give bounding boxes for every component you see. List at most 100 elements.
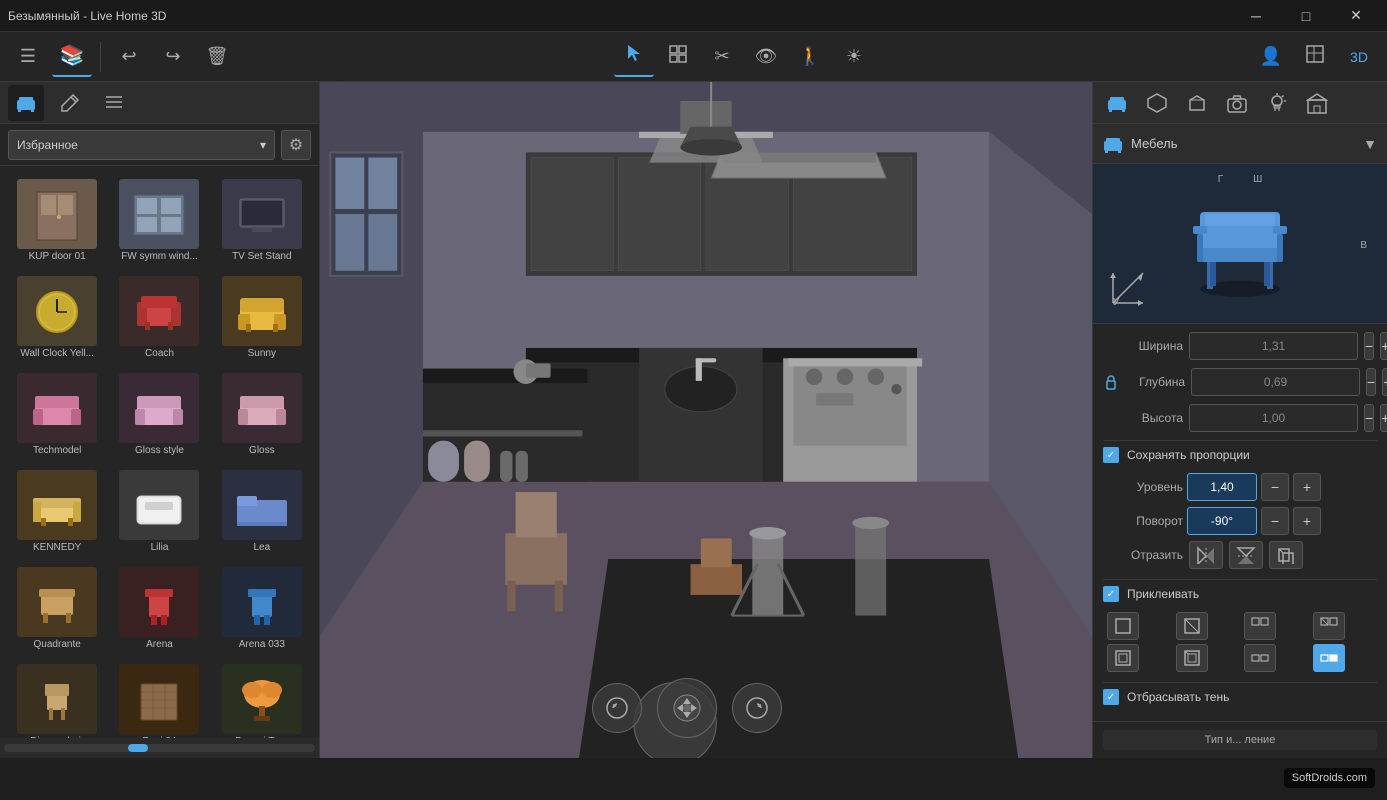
item-arena[interactable]: Arena xyxy=(110,562,208,655)
arrange-button[interactable] xyxy=(658,37,698,77)
item-techmodel[interactable]: Techmodel xyxy=(8,368,106,461)
item-lilia[interactable]: Lilia xyxy=(110,465,208,558)
width-increment[interactable]: + xyxy=(1380,332,1387,360)
scrollbar-track[interactable] xyxy=(4,744,315,752)
item-thumbnail xyxy=(222,664,302,734)
nav-rotate-right[interactable] xyxy=(732,683,782,733)
scissors-button[interactable]: ✂ xyxy=(702,37,742,77)
depth-input[interactable] xyxy=(1191,368,1360,396)
rotation-decrement[interactable]: − xyxy=(1261,507,1289,535)
item-sunny[interactable]: Sunny xyxy=(213,271,311,364)
sun-button[interactable]: ☀ xyxy=(834,37,874,77)
level-input[interactable] xyxy=(1187,473,1257,501)
item-arena-033[interactable]: Arena 033 xyxy=(213,562,311,655)
width-input[interactable] xyxy=(1189,332,1358,360)
height-increment[interactable]: + xyxy=(1380,404,1387,432)
depth-increment[interactable]: + xyxy=(1382,368,1387,396)
library-settings-button[interactable]: ⚙ xyxy=(281,130,311,160)
snap-1[interactable] xyxy=(1107,612,1139,640)
snap-7[interactable] xyxy=(1244,644,1276,672)
item-kennedy[interactable]: KENNEDY xyxy=(8,465,106,558)
nav-move[interactable] xyxy=(657,678,717,738)
height-decrement[interactable]: − xyxy=(1364,404,1374,432)
delete-button[interactable]: 🗑 xyxy=(197,37,237,77)
item-quadrante[interactable]: Quadrante xyxy=(8,562,106,655)
window-title: Безымянный - Live Home 3D xyxy=(8,9,166,23)
section-dropdown-btn[interactable]: ▼ xyxy=(1363,136,1377,152)
proportions-checkbox[interactable]: ✓ xyxy=(1103,447,1119,463)
close-button[interactable]: ✕ xyxy=(1333,0,1379,32)
item-fw-window[interactable]: FW symm wind... xyxy=(110,174,208,267)
material-tab[interactable] xyxy=(1179,85,1215,121)
rotation-increment[interactable]: + xyxy=(1293,507,1321,535)
lighting-tab[interactable] xyxy=(1259,85,1295,121)
select-button[interactable] xyxy=(614,37,654,77)
room-tab[interactable] xyxy=(1299,85,1335,121)
rotation-input[interactable] xyxy=(1187,507,1257,535)
item-lea[interactable]: Lea xyxy=(213,465,311,558)
item-wall-clock[interactable]: Wall Clock Yell... xyxy=(8,271,106,364)
furniture-props-tab[interactable] xyxy=(1099,85,1135,121)
redo-icon: ↪ xyxy=(165,46,180,67)
library-header: Избранное ▾ ⚙ xyxy=(0,124,319,166)
eye-button[interactable]: 👁 xyxy=(746,37,786,77)
item-dinner-chair[interactable]: Dinner chair xyxy=(8,659,106,738)
edit-tab[interactable] xyxy=(52,85,88,121)
item-tv-stand[interactable]: TV Set Stand xyxy=(213,174,311,267)
library-button[interactable]: 📚 xyxy=(52,37,92,77)
undo-button[interactable]: ↩ xyxy=(109,37,149,77)
snap-4[interactable] xyxy=(1313,612,1345,640)
reflect-v-button[interactable] xyxy=(1229,541,1263,569)
type-button[interactable]: Тип и... ление xyxy=(1103,730,1377,750)
left-panel: Избранное ▾ ⚙ KUP door 01 FW symm wind..… xyxy=(0,82,320,758)
camera-tab[interactable] xyxy=(1219,85,1255,121)
category-dropdown[interactable]: Избранное ▾ xyxy=(8,130,275,160)
reflect-h-button[interactable] xyxy=(1189,541,1223,569)
person-button[interactable]: 👤 xyxy=(1251,37,1291,77)
menu-button[interactable]: ☰ xyxy=(8,37,48,77)
item-thumbnail xyxy=(17,567,97,637)
reflect-row: Отразить xyxy=(1103,541,1377,569)
list-tab[interactable] xyxy=(96,85,132,121)
width-decrement[interactable]: − xyxy=(1364,332,1374,360)
snap-8[interactable] xyxy=(1313,644,1345,672)
snap-5[interactable] xyxy=(1107,644,1139,672)
depth-decrement[interactable]: − xyxy=(1366,368,1376,396)
reflect-copy-button[interactable] xyxy=(1269,541,1303,569)
height-input[interactable] xyxy=(1189,404,1358,432)
item-kup-door[interactable]: KUP door 01 xyxy=(8,174,106,267)
plan-button[interactable] xyxy=(1295,37,1335,77)
level-row: Уровень − + xyxy=(1103,473,1377,501)
snap-6[interactable] xyxy=(1176,644,1208,672)
snap-2[interactable] xyxy=(1176,612,1208,640)
3d-button[interactable]: 3D xyxy=(1339,37,1379,77)
item-thumbnail xyxy=(119,276,199,346)
item-puni-04[interactable]: Puni 04 xyxy=(110,659,208,738)
redo-button[interactable]: ↪ xyxy=(153,37,193,77)
dim-depth-label: Ш xyxy=(1253,174,1262,185)
structure-tab[interactable] xyxy=(1139,85,1175,121)
snap-checkbox[interactable]: ✓ xyxy=(1103,586,1119,602)
item-coach[interactable]: Coach xyxy=(110,271,208,364)
scrollbar-thumb[interactable] xyxy=(128,744,148,752)
item-gloss[interactable]: Gloss xyxy=(213,368,311,461)
panel-scrollbar[interactable] xyxy=(0,738,319,758)
nav-rotate-left[interactable] xyxy=(592,683,642,733)
settings-icon: ⚙ xyxy=(289,135,303,155)
kitchen-scene xyxy=(320,82,1092,758)
level-decrement[interactable]: − xyxy=(1261,473,1289,501)
viewport[interactable] xyxy=(320,82,1092,758)
item-thumbnail xyxy=(222,567,302,637)
snap-3[interactable] xyxy=(1244,612,1276,640)
minimize-button[interactable]: ─ xyxy=(1233,0,1279,32)
furniture-tab[interactable] xyxy=(8,85,44,121)
item-gloss-style[interactable]: Gloss style xyxy=(110,368,208,461)
level-increment[interactable]: + xyxy=(1293,473,1321,501)
maximize-button[interactable]: □ xyxy=(1283,0,1329,32)
walk-button[interactable]: 🚶 xyxy=(790,37,830,77)
item-bonsai-tree[interactable]: Bonsai Tree xyxy=(213,659,311,738)
proportions-lock-icon[interactable] xyxy=(1103,374,1119,390)
shadow-checkbox[interactable]: ✓ xyxy=(1103,689,1119,705)
width-row: Ширина − + xyxy=(1103,332,1377,360)
sun-icon: ☀ xyxy=(846,46,862,67)
